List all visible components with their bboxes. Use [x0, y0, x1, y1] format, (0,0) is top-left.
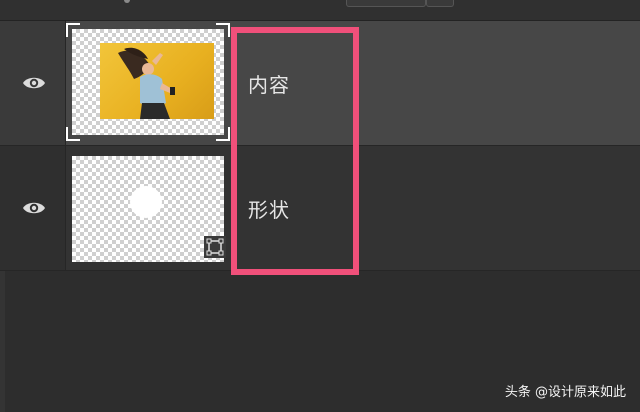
layer-name-shape[interactable]: 形状 [248, 194, 290, 223]
layers-panel: 内容 形状 头条 @设计原来如此 [0, 0, 640, 412]
layer-name-content[interactable]: 内容 [248, 69, 290, 98]
layer-row-content[interactable]: 内容 [0, 21, 640, 146]
watermark: 头条 @设计原来如此 [504, 385, 626, 400]
visibility-toggle[interactable] [0, 146, 66, 270]
eye-icon [23, 202, 45, 214]
opacity-field[interactable] [346, 0, 426, 7]
layer-thumbnail[interactable] [72, 29, 224, 135]
shape-layer-badge [204, 236, 226, 258]
visibility-toggle[interactable] [0, 21, 66, 145]
layer-row-shape[interactable]: 形状 [0, 146, 640, 271]
eye-icon [23, 77, 45, 89]
vector-shape-icon [206, 238, 224, 256]
woman-photo-image [118, 47, 175, 119]
layer-thumbnail[interactable] [72, 156, 226, 262]
chain-icon [124, 0, 130, 3]
panel-edge [0, 271, 5, 412]
opacity-dropdown-button[interactable] [426, 0, 454, 7]
panel-top-strip [0, 0, 640, 21]
circle-shape-preview [130, 186, 162, 218]
photo-thumbnail [100, 43, 214, 119]
